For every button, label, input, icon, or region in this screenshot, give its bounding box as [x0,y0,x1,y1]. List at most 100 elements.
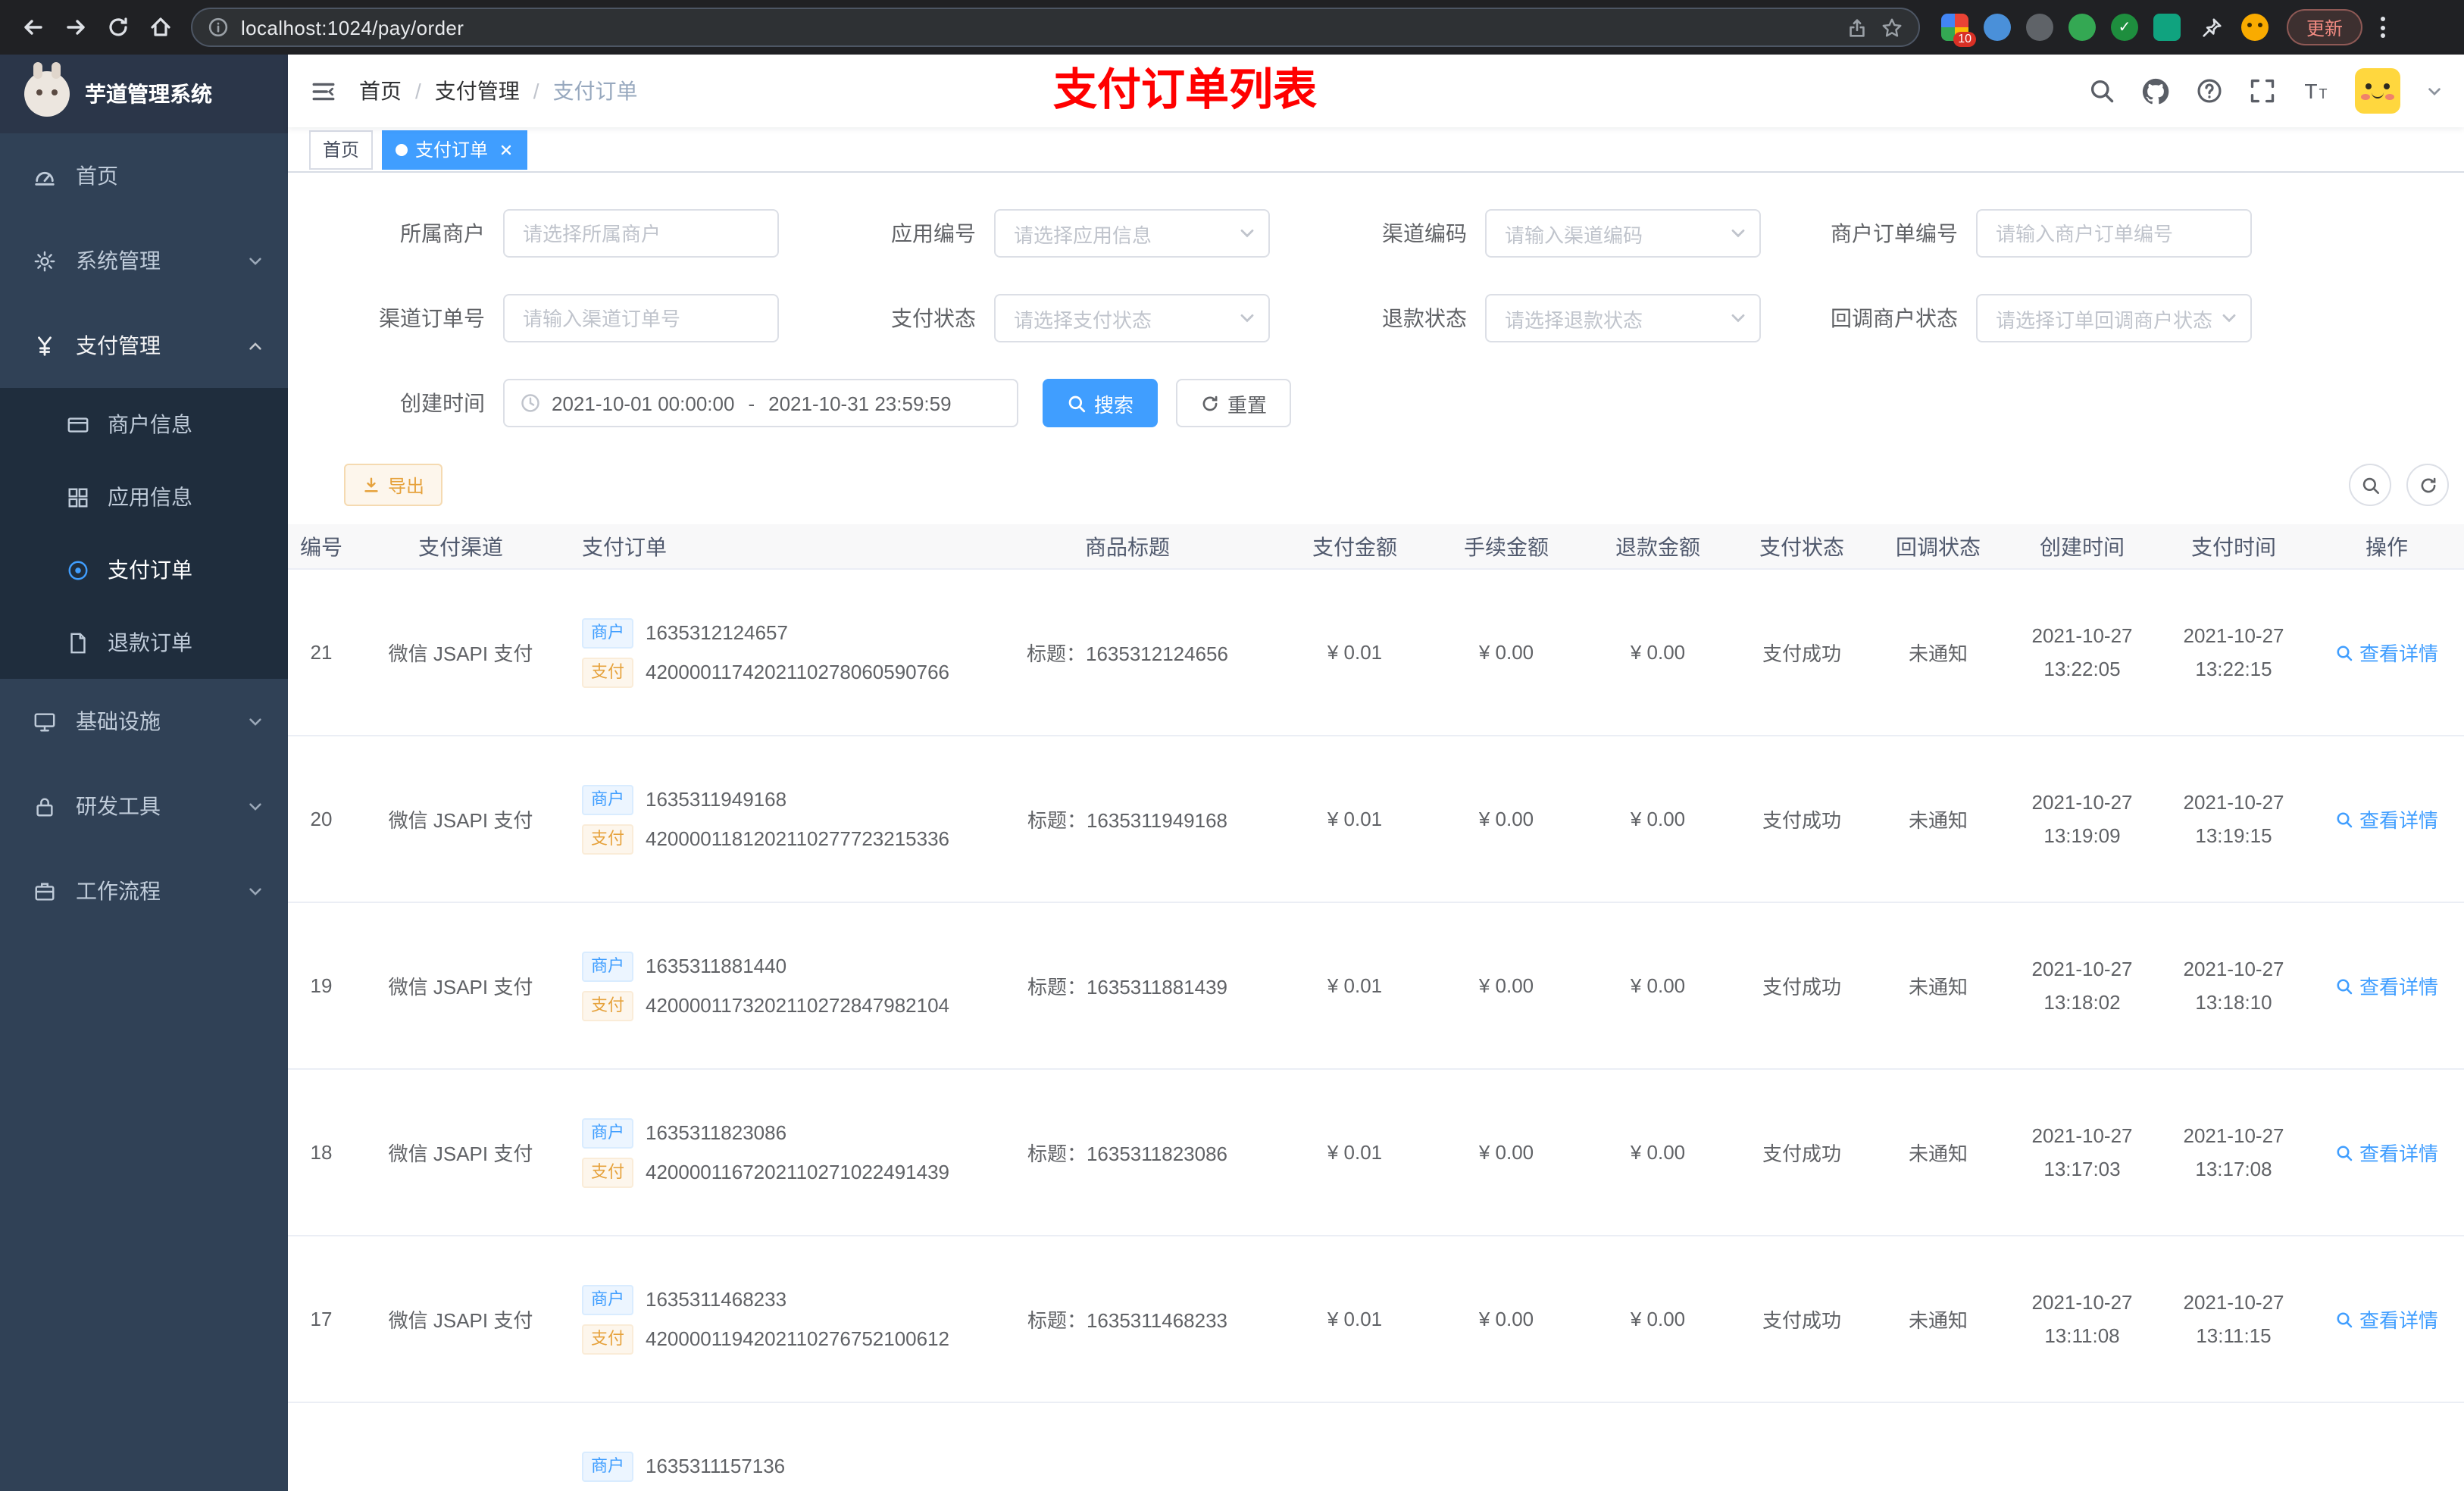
extensions-pin-button[interactable] [2196,12,2226,42]
content: 所属商户 应用编号 请选择应用信息 渠道编码 [288,173,2464,1491]
fullscreen-icon [2250,79,2275,103]
cell-title: 标题：1635311949168 [1027,809,1228,832]
info-icon[interactable] [208,17,229,38]
cell-pay-order: 商户1635311157136 支付 [567,1451,976,1491]
merchant-filter-label: 所属商户 [400,221,485,245]
github-button[interactable] [2141,77,2170,105]
sidebar-subitem-merchant-info[interactable]: 商户信息 [0,388,288,461]
toggle-search-button[interactable] [2349,464,2391,506]
sidebar-subitem-refund-order[interactable]: 退款订单 [0,606,288,679]
lock-icon [36,797,53,816]
user-avatar[interactable] [2355,68,2400,114]
credit-card-icon [67,417,89,432]
create-time-range-picker[interactable]: 2021-10-01 00:00:00 - 2021-10-31 23:59:5… [503,379,1018,427]
browser-update-button[interactable]: 更新 [2287,9,2363,45]
browser-back-button[interactable] [12,6,55,48]
view-detail-link[interactable]: 查看详情 [2335,1138,2438,1167]
tab-pay-order[interactable]: 支付订单 [382,130,528,169]
channel-order-no-filter-input[interactable] [503,294,779,342]
sidebar-item-home[interactable]: 首页 [0,133,288,218]
channel-code-filter-select[interactable]: 请输入渠道编码 [1485,209,1761,258]
extension-green-icon[interactable] [2068,14,2096,41]
share-icon[interactable] [1846,16,1868,39]
tab-home[interactable]: 首页 [309,130,374,169]
cell-channel: 微信 JSAPI 支付 [388,642,533,665]
cell-fee: ¥ 0.00 [1478,974,1534,997]
sidebar-item-devtools[interactable]: 研发工具 [0,764,288,849]
view-detail-link[interactable]: 查看详情 [2335,1305,2438,1333]
sidebar-item-payment[interactable]: 支付管理 [0,303,288,388]
header-search-button[interactable] [2088,77,2115,105]
extension-blue-icon[interactable] [1984,14,2011,41]
notify-status-filter-label: 回调商户状态 [1831,306,1958,330]
cell-status: 支付成功 [1762,1142,1841,1165]
browser-refresh-button[interactable] [97,6,139,48]
merchant-filter-input[interactable] [503,209,779,258]
extension-check-icon[interactable]: ✓ [2111,14,2138,41]
header-cell-status: 支付状态 [1759,534,1844,558]
cell-notify: 未通知 [1908,1142,1968,1165]
table-refresh-button[interactable] [2406,464,2449,506]
sidebar-subitem-pay-order[interactable]: 支付订单 [0,533,288,606]
header-cell-amount: 支付金额 [1312,534,1397,558]
browser-home-button[interactable] [139,6,182,48]
sidebar-item-label: 系统管理 [76,248,161,273]
font-size-button[interactable]: TT [2302,77,2329,105]
logo: 芋道管理系统 [0,55,288,133]
cell-pay-order: 商户 1635312124657 支付 4200001174202110278060… [567,617,976,687]
sidebar-item-label: 支付管理 [76,333,161,358]
tab-close-icon[interactable] [499,142,514,157]
view-detail-link[interactable]: 查看详情 [2335,638,2438,667]
export-button[interactable]: 导出 [344,464,443,506]
docs-help-button[interactable] [2196,77,2223,105]
caret-down-icon[interactable] [2426,83,2443,99]
sidebar-item-workflow[interactable]: 工作流程 [0,849,288,933]
breadcrumb-item-home[interactable]: 首页 [359,76,402,106]
reset-button[interactable]: 重置 [1176,379,1292,427]
merchant-order-no-filter-input[interactable] [1976,209,2252,258]
bookmark-star-icon[interactable] [1881,16,1903,39]
search-icon [1068,395,1086,412]
cell-notify: 未通知 [1908,1309,1968,1332]
browser-forward-button[interactable] [55,6,97,48]
browser-menu-button[interactable] [2381,17,2386,38]
app-no-filter-select[interactable]: 请选择应用信息 [994,209,1270,258]
view-detail-link[interactable]: 查看详情 [2335,805,2438,833]
cell-fee: ¥ 0.00 [1478,641,1534,664]
dashboard-icon [35,170,55,185]
refund-status-filter-select[interactable]: 请选择退款状态 [1485,294,1761,342]
pay-status-filter-select[interactable]: 请选择支付状态 [994,294,1270,342]
search-button[interactable]: 搜索 [1043,379,1159,427]
collapse-menu-button[interactable] [288,78,359,104]
sidebar-item-infra[interactable]: 基础设施 [0,679,288,764]
extension-colorful-icon[interactable]: 10 [1941,14,1976,47]
search-icon [2090,80,2114,103]
header-cell-title: 商品标题 [1085,534,1170,558]
question-icon [2197,79,2222,103]
pay-order-no: 4200001194202110276752100612 [646,1327,950,1350]
search-button-label: 搜索 [1094,393,1134,416]
chevron-down-icon [249,802,261,810]
view-detail-link[interactable]: 查看详情 [2335,971,2438,1000]
breadcrumb-item-payment[interactable]: 支付管理 [435,76,520,106]
extension-dark-icon[interactable] [2026,14,2053,41]
breadcrumb: 首页 / 支付管理 / 支付订单 [359,76,638,106]
sidebar-item-system[interactable]: 系统管理 [0,218,288,303]
cell-amount: ¥ 0.01 [1327,1141,1383,1164]
notify-status-filter-select[interactable]: 请选择订单回调商户状态 [1976,294,2252,342]
merchant-order-no: 1635311468233 [646,1288,787,1311]
header-cell-notify: 回调状态 [1896,534,1981,558]
svg-text:T: T [2304,80,2317,103]
extensions-row: 10 ✓ [1941,12,2269,47]
fullscreen-button[interactable] [2249,77,2276,105]
extension-translate-icon[interactable] [2153,14,2181,41]
search-icon [2337,645,2353,661]
url-bar[interactable]: localhost:1024/pay/order [191,8,1920,47]
extension-face-icon[interactable] [2241,14,2269,41]
cell-id: 20 [310,808,333,830]
cell-notify: 未通知 [1908,976,1968,999]
sidebar-subitem-app-info[interactable]: 应用信息 [0,461,288,533]
hamburger-icon [312,82,335,100]
select-placeholder: 请选择应用信息 [1014,223,1152,246]
filter-form: 所属商户 应用编号 请选择应用信息 渠道编码 [288,173,2464,427]
